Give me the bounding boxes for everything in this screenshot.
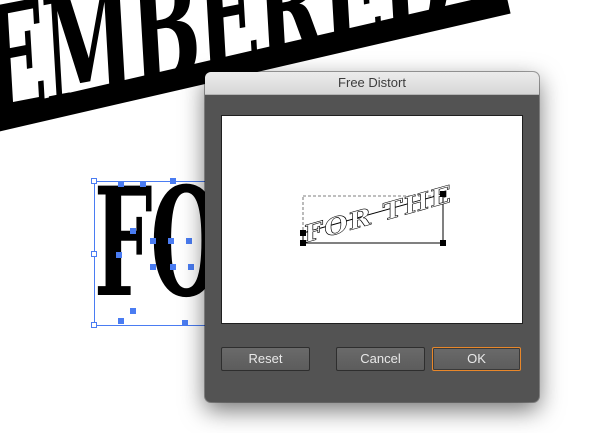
distort-handle-top-left[interactable] <box>300 230 306 236</box>
anchor-point[interactable] <box>186 238 192 244</box>
anchor-point[interactable] <box>150 238 156 244</box>
anchor-point[interactable] <box>188 264 194 270</box>
distort-preview-graphic: FOR THE <box>300 180 452 250</box>
anchor-point[interactable] <box>116 252 122 258</box>
anchor-point[interactable] <box>150 264 156 270</box>
anchor-point[interactable] <box>182 320 188 326</box>
selection-handle-middle-left[interactable] <box>91 251 97 257</box>
distorted-preview-text: FOR THE <box>304 180 452 249</box>
reset-button[interactable]: Reset <box>221 347 310 371</box>
cancel-button[interactable]: Cancel <box>336 347 425 371</box>
anchor-point[interactable] <box>170 264 176 270</box>
distort-handle-bottom-right[interactable] <box>440 240 446 246</box>
distort-handle-top-right[interactable] <box>440 191 446 197</box>
anchor-point[interactable] <box>168 238 174 244</box>
dialog-title: Free Distort <box>205 72 539 95</box>
selection-handle-top-left[interactable] <box>91 178 97 184</box>
anchor-point[interactable] <box>140 181 146 187</box>
anchor-point[interactable] <box>118 181 124 187</box>
selection-handle-bottom-left[interactable] <box>91 322 97 328</box>
free-distort-dialog: Free Distort FOR THE Reset Cancel OK <box>205 72 539 402</box>
distort-handle-bottom-left[interactable] <box>300 240 306 246</box>
ok-button[interactable]: OK <box>432 347 521 371</box>
anchor-point[interactable] <box>118 318 124 324</box>
anchor-point[interactable] <box>130 228 136 234</box>
distort-preview-area: FOR THE <box>221 115 523 324</box>
anchor-point[interactable] <box>170 178 176 184</box>
anchor-point[interactable] <box>130 308 136 314</box>
